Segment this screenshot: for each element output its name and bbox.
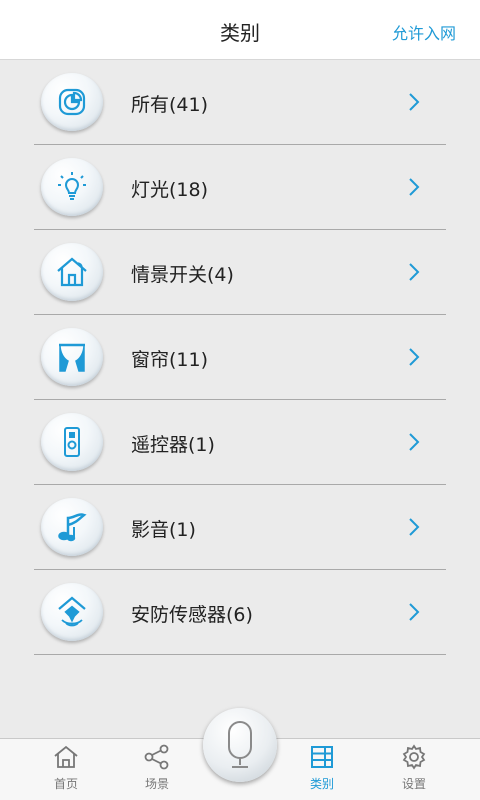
light-bulb-icon — [41, 158, 103, 216]
category-label: 遥控器(1) — [131, 434, 215, 456]
home-scene-icon — [41, 243, 103, 301]
category-row-all[interactable]: 所有(41) — [34, 60, 446, 145]
chevron-right-icon — [409, 518, 420, 536]
category-label: 所有(41) — [131, 94, 209, 116]
security-sensor-icon — [41, 583, 103, 641]
tab-scenes[interactable]: 场景 — [117, 743, 197, 792]
category-list-icon — [311, 746, 333, 768]
voice-input-button[interactable] — [203, 708, 277, 782]
header-bar: 类别 允许入网 — [0, 0, 480, 60]
chevron-right-icon — [409, 433, 420, 451]
home-icon — [54, 745, 78, 768]
tab-label: 设置 — [401, 777, 426, 791]
microphone-icon — [228, 721, 252, 768]
category-label: 灯光(18) — [131, 179, 209, 201]
share-icon — [144, 744, 169, 770]
category-row-audio-video[interactable]: 影音(1) — [34, 485, 446, 570]
category-label: 情景开关(4) — [131, 264, 234, 286]
chevron-right-icon — [409, 93, 420, 111]
chevron-right-icon — [409, 178, 420, 196]
tab-home[interactable]: 首页 — [26, 743, 106, 792]
chevron-right-icon — [409, 263, 420, 281]
category-row-security-sensors[interactable]: 安防传感器(6) — [34, 570, 446, 655]
gear-icon — [402, 744, 426, 770]
pie-chart-icon — [41, 73, 103, 131]
category-label: 安防传感器(6) — [131, 604, 253, 626]
allow-network-join-button[interactable]: 允许入网 — [392, 20, 456, 44]
tab-settings[interactable]: 设置 — [374, 743, 454, 792]
tab-categories[interactable]: 类别 — [282, 743, 362, 792]
category-label: 窗帘(11) — [131, 349, 209, 371]
category-list: 所有(41) 灯光(18) 情景开关(4) 窗帘(11) 遥控器(1) 影音(1… — [34, 60, 446, 655]
curtain-icon — [41, 328, 103, 386]
tab-label: 场景 — [144, 777, 169, 791]
category-row-lights[interactable]: 灯光(18) — [34, 145, 446, 230]
category-row-scene-switches[interactable]: 情景开关(4) — [34, 230, 446, 315]
tab-label: 首页 — [53, 777, 78, 791]
remote-control-icon — [41, 413, 103, 471]
category-row-remote-controls[interactable]: 遥控器(1) — [34, 400, 446, 485]
category-label: 影音(1) — [131, 519, 196, 541]
category-row-curtains[interactable]: 窗帘(11) — [34, 315, 446, 400]
music-note-icon — [41, 498, 103, 556]
tab-label: 类别 — [309, 777, 334, 791]
chevron-right-icon — [409, 348, 420, 366]
chevron-right-icon — [409, 603, 420, 621]
